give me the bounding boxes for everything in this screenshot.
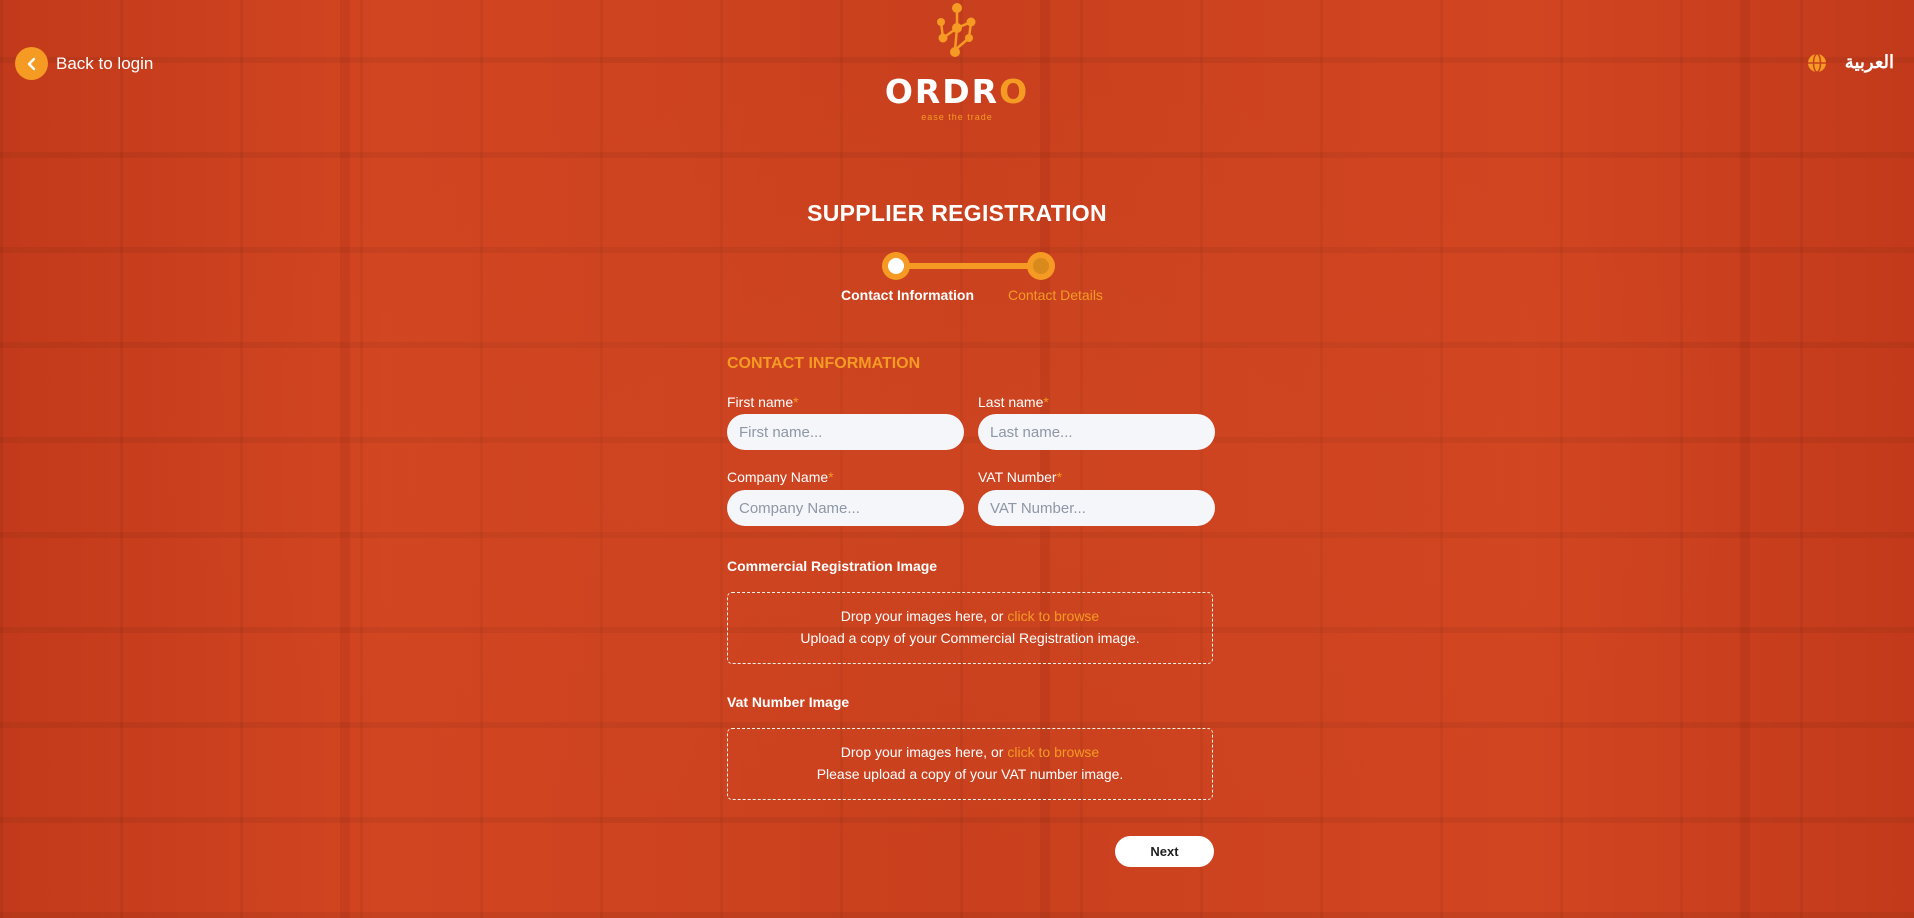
cr-browse-link[interactable]: click to browse [1007,608,1099,624]
vat-number-input[interactable] [978,490,1215,526]
brand-tagline: ease the trade [921,112,993,122]
registration-stepper [880,248,1060,284]
molecule-logo-icon [937,3,976,57]
cr-image-dropzone[interactable]: Drop your images here, or click to browse… [727,592,1213,664]
cr-upload-hint: Upload a copy of your Commercial Registr… [800,630,1140,646]
company-name-label: Company Name* [727,469,834,485]
step-2-label: Contact Details [1008,287,1103,303]
first-name-label: First name* [727,394,799,410]
last-name-input[interactable] [978,414,1215,450]
cr-drop-text: Drop your images here, or [840,608,1004,624]
step-2-indicator[interactable] [1027,252,1055,280]
vat-browse-link[interactable]: click to browse [1007,744,1099,760]
section-title: CONTACT INFORMATION [727,355,921,372]
brand-logo: ORDRO ease the trade [0,0,1914,122]
first-name-input[interactable] [727,414,964,450]
vat-image-label: Vat Number Image [727,694,850,710]
last-name-label: Last name* [978,394,1049,410]
vat-drop-text: Drop your images here, or [840,744,1004,760]
page-title: SUPPLIER REGISTRATION [807,200,1107,226]
vat-number-label: VAT Number* [978,469,1063,485]
next-button[interactable]: Next [1115,836,1214,867]
vat-upload-hint: Please upload a copy of your VAT number … [816,766,1124,782]
brand-wordmark: ORDRO [884,72,1030,111]
step-1-indicator[interactable] [882,252,910,280]
vat-image-dropzone[interactable]: Drop your images here, or click to browse… [727,728,1213,800]
company-name-input[interactable] [727,490,964,526]
cr-image-label: Commercial Registration Image [727,558,938,574]
stepper-track [896,263,1038,269]
step-1-label: Contact Information [841,287,974,303]
